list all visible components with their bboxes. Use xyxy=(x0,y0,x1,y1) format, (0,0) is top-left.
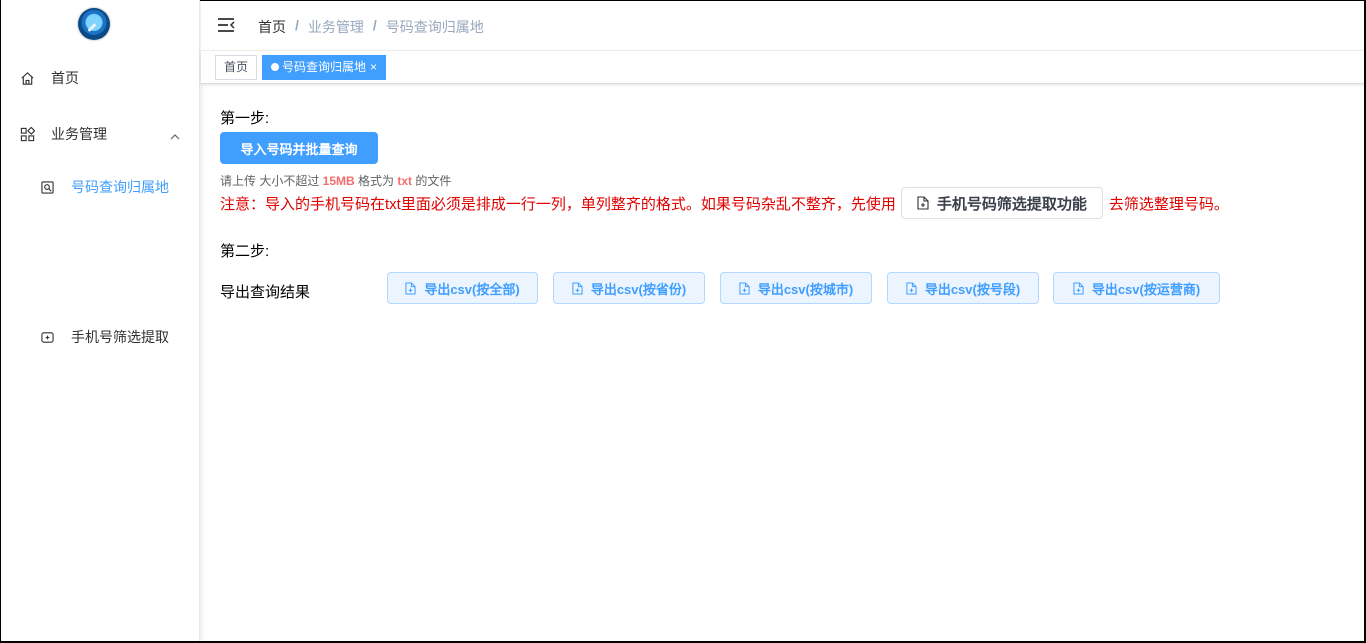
tip-text: 请上传 大小不超过 xyxy=(220,174,323,188)
sidebar-item-business[interactable]: 业务管理 xyxy=(1,112,200,156)
export-province-button[interactable]: 导出csv(按省份) xyxy=(553,272,705,304)
main-content: 第一步: 导入号码并批量查询 请上传 大小不超过 15MB 格式为 txt 的文… xyxy=(201,84,1364,641)
export-button-label: 导出csv(按全部) xyxy=(424,281,520,297)
export-label: 导出查询结果 xyxy=(220,284,311,301)
export-segment-button[interactable]: 导出csv(按号段) xyxy=(887,272,1039,304)
chevron-up-icon xyxy=(170,129,180,145)
hamburger-icon[interactable] xyxy=(217,16,235,34)
document-icon xyxy=(405,281,416,295)
document-icon xyxy=(906,281,917,295)
apps-icon xyxy=(19,126,35,142)
app-logo xyxy=(78,8,110,40)
document-icon xyxy=(1073,281,1084,295)
export-carrier-button[interactable]: 导出csv(按运营商) xyxy=(1053,272,1220,304)
document-icon xyxy=(572,281,583,295)
close-icon[interactable]: × xyxy=(370,56,377,79)
tag-number-lookup[interactable]: 号码查询归属地 × xyxy=(262,55,387,80)
notice-after: 去筛选整理号码。 xyxy=(1108,195,1229,213)
tag-home[interactable]: 首页 xyxy=(215,55,258,80)
tag-label: 号码查询归属地 xyxy=(282,60,367,74)
sidebar: 首页 业务管理 号码查询归属地 手机号筛选提取 xyxy=(1,0,200,641)
active-dot-icon xyxy=(271,63,279,71)
tags-view: 首页 号码查询归属地 × xyxy=(201,51,1364,84)
export-button-label: 导出csv(按城市) xyxy=(757,281,854,297)
tip-format: txt xyxy=(397,174,413,188)
sidebar-item-label: 业务管理 xyxy=(51,126,107,142)
breadcrumb-current: 号码查询归属地 xyxy=(385,19,484,35)
notice-text: 注意：导入的手机号码在txt里面必须是排成一行一列，单列整齐的格式。如果号码杂乱… xyxy=(220,187,1229,219)
sidebar-item-label: 号码查询归属地 xyxy=(71,179,169,195)
sidebar-item-number-lookup[interactable]: 号码查询归属地 xyxy=(1,165,200,209)
search-doc-icon xyxy=(39,179,55,195)
sidebar-item-phone-filter[interactable]: 手机号筛选提取 xyxy=(1,315,200,359)
export-button-label: 导出csv(按号段) xyxy=(924,281,1021,297)
breadcrumb-separator: / xyxy=(372,17,377,33)
notice-before: 注意：导入的手机号码在txt里面必须是排成一行一列，单列整齐的格式。如果号码杂乱… xyxy=(220,195,896,213)
step2-label: 第二步: xyxy=(220,243,270,260)
filter-icon xyxy=(39,329,55,345)
export-city-button[interactable]: 导出csv(按城市) xyxy=(720,272,872,304)
sidebar-item-home[interactable]: 首页 xyxy=(1,56,200,100)
step1-label: 第一步: xyxy=(220,110,270,127)
sidebar-item-label: 手机号筛选提取 xyxy=(71,329,169,345)
document-icon xyxy=(739,281,750,295)
phone-filter-button[interactable]: 手机号码筛选提取功能 xyxy=(900,187,1103,219)
export-all-button[interactable]: 导出csv(按全部) xyxy=(387,272,538,304)
tag-label: 首页 xyxy=(224,60,249,74)
document-icon xyxy=(917,196,929,210)
breadcrumb: 首页 / 业务管理 / 号码查询归属地 xyxy=(258,17,484,37)
home-icon xyxy=(19,70,35,86)
top-navbar: 首页 / 业务管理 / 号码查询归属地 xyxy=(201,1,1364,51)
breadcrumb-separator: / xyxy=(295,17,299,33)
import-query-button[interactable]: 导入号码并批量查询 xyxy=(220,132,378,164)
breadcrumb-home[interactable]: 首页 xyxy=(258,17,286,37)
export-button-label: 导出csv(按运营商) xyxy=(1091,281,1201,297)
tip-text: 格式为 xyxy=(354,174,398,188)
sidebar-item-label: 首页 xyxy=(51,70,79,86)
tip-size: 15MB xyxy=(322,174,355,188)
export-button-label: 导出csv(按省份) xyxy=(590,281,687,297)
tip-text: 的文件 xyxy=(412,174,452,188)
phone-filter-button-label: 手机号码筛选提取功能 xyxy=(936,195,1087,213)
breadcrumb-business: 业务管理 xyxy=(307,19,364,35)
